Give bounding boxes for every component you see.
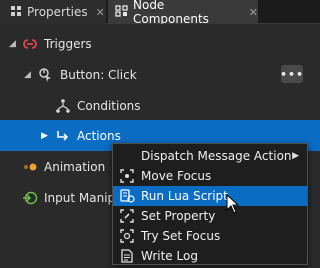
- tree-item-label: Actions: [77, 128, 121, 143]
- menu-item-label: Set Property: [141, 209, 216, 223]
- context-menu: Dispatch Message Action ▶ Move Focus Run…: [112, 143, 308, 265]
- properties-icon: [10, 5, 22, 20]
- tree-item-label: Animation: [44, 159, 106, 174]
- actions-icon: [55, 128, 71, 144]
- menu-item-label: Try Set Focus: [141, 229, 221, 243]
- expand-arrow-icon[interactable]: ◢: [24, 70, 31, 80]
- write-log-icon: [119, 248, 135, 264]
- collapse-arrow-icon[interactable]: ▶: [41, 131, 48, 141]
- triggers-icon: [22, 36, 38, 52]
- node-components-icon: [115, 4, 128, 20]
- menu-item-label: Run Lua Script: [141, 189, 228, 203]
- menu-item-run-lua-script[interactable]: Run Lua Script: [113, 186, 307, 206]
- tab-bar: Properties ✕ Node Components ✕: [0, 0, 320, 26]
- move-focus-icon: [119, 168, 135, 184]
- tab-node-components-label: Node Components: [133, 0, 209, 26]
- button-click-icon: [37, 67, 53, 83]
- animation-icon: [22, 159, 38, 175]
- menu-item-set-property[interactable]: Set Property: [113, 206, 307, 226]
- lua-script-icon: [119, 188, 135, 204]
- conditions-icon: [55, 98, 71, 114]
- menu-item-write-log[interactable]: Write Log: [113, 246, 307, 266]
- input-manipulator-icon: [22, 190, 38, 206]
- tab-node-components[interactable]: Node Components ✕: [108, 0, 258, 26]
- menu-item-dispatch-message-action[interactable]: Dispatch Message Action ▶: [113, 146, 307, 166]
- tree-item-label: Input Manipu: [44, 190, 123, 205]
- tree-item-triggers[interactable]: ◢ Triggers: [0, 28, 320, 59]
- set-property-icon: [119, 208, 135, 224]
- mouse-cursor-icon: [226, 194, 240, 214]
- try-set-focus-icon: [119, 228, 135, 244]
- close-icon[interactable]: ✕: [96, 6, 105, 19]
- close-icon[interactable]: ✕: [249, 6, 258, 19]
- menu-item-label: Write Log: [141, 249, 198, 263]
- tree-item-label: Conditions: [77, 98, 141, 113]
- tab-properties[interactable]: Properties ✕: [0, 0, 106, 24]
- menu-item-label: Dispatch Message Action: [141, 149, 292, 163]
- menu-item-move-focus[interactable]: Move Focus: [113, 166, 307, 186]
- tree-item-button-click[interactable]: ◢ Button: Click •••: [0, 59, 320, 90]
- menu-item-try-set-focus[interactable]: Try Set Focus: [113, 226, 307, 246]
- submenu-arrow-icon: ▶: [292, 151, 299, 161]
- menu-item-label: Move Focus: [141, 169, 212, 183]
- tree-item-label: Button: Click: [60, 67, 137, 82]
- more-options-button[interactable]: •••: [280, 65, 303, 83]
- tree-item-conditions[interactable]: Conditions: [0, 90, 320, 121]
- expand-arrow-icon[interactable]: ◢: [9, 39, 16, 49]
- tab-properties-label: Properties: [27, 5, 88, 19]
- tree-item-label: Triggers: [44, 36, 92, 51]
